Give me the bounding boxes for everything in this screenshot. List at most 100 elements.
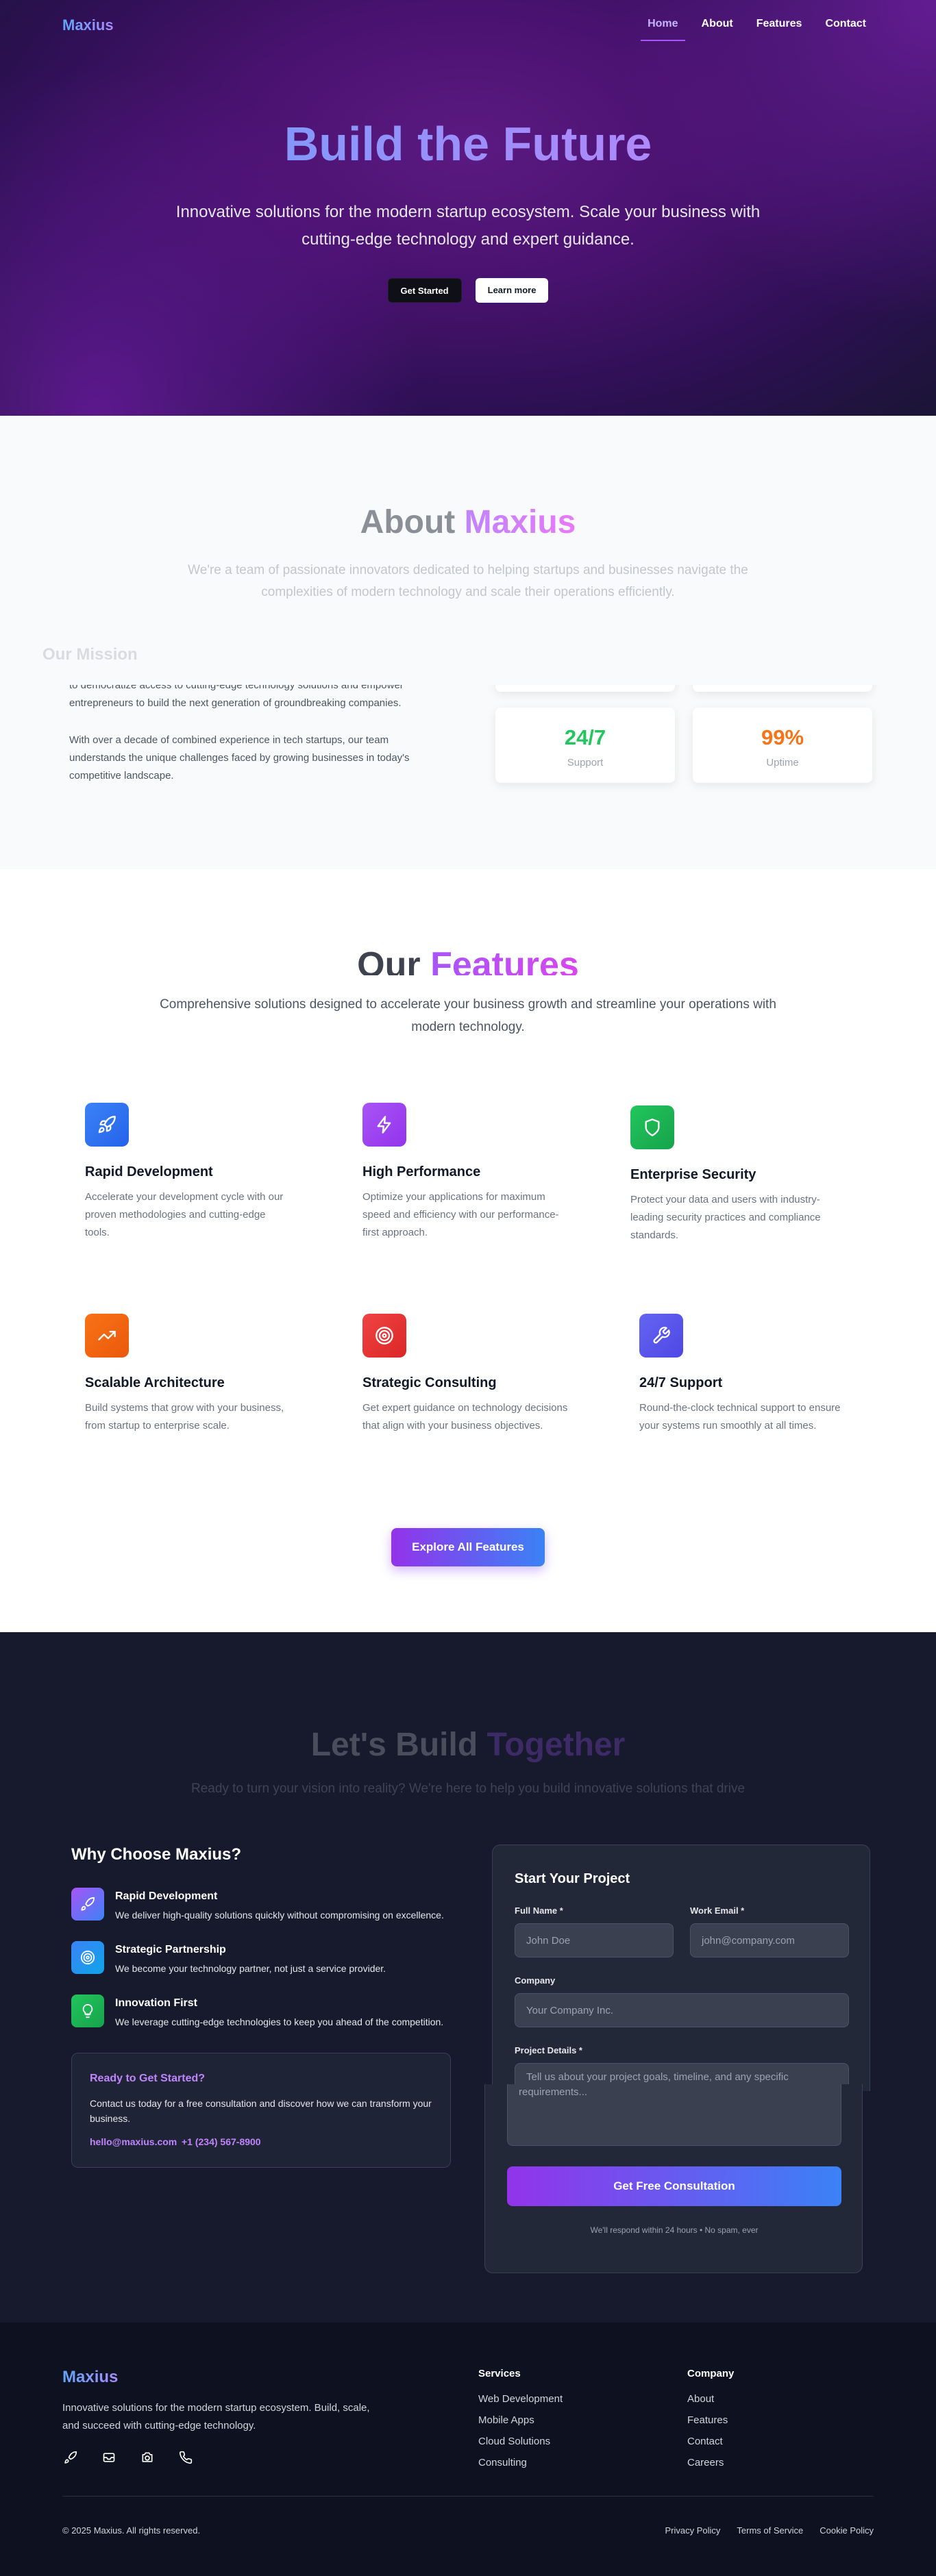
about-title-accent: Maxius bbox=[464, 504, 576, 540]
target-icon bbox=[362, 1314, 406, 1358]
hero-title: Build the Future bbox=[0, 116, 936, 171]
footer-link-consulting[interactable]: Consulting bbox=[478, 2457, 563, 2468]
company-label: Company bbox=[515, 1975, 556, 1986]
legal-links: Privacy Policy Terms of Service Cookie P… bbox=[665, 2525, 874, 2536]
get-started-button[interactable]: Get Started bbox=[387, 278, 462, 303]
nav-logo[interactable]: Maxius bbox=[62, 16, 114, 34]
stat-label: Support bbox=[567, 757, 604, 768]
explore-features-button[interactable]: Explore All Features bbox=[391, 1528, 545, 1566]
why-item-desc: We leverage cutting-edge technologies to… bbox=[115, 2016, 444, 2027]
full-name-input[interactable]: John Doe bbox=[515, 1923, 674, 1958]
ready-to-start-box: Ready to Get Started? Contact us today f… bbox=[71, 2053, 451, 2168]
camera-icon[interactable] bbox=[139, 2449, 156, 2466]
footer: Maxius Innovative solutions for the mode… bbox=[0, 2323, 936, 2576]
why-item-desc: We become your technology partner, not j… bbox=[115, 1963, 386, 1974]
stat-card-uptime: 99% Uptime bbox=[693, 708, 872, 783]
contact-email-link[interactable]: hello@maxius.com bbox=[90, 2136, 177, 2147]
nav-link-home[interactable]: Home bbox=[640, 18, 686, 41]
footer-link-features[interactable]: Features bbox=[687, 2414, 734, 2426]
get-free-consultation-button[interactable]: Get Free Consultation bbox=[507, 2166, 841, 2206]
contact-title: Let's Build Together bbox=[0, 1726, 936, 1764]
learn-more-button[interactable]: Learn more bbox=[475, 278, 549, 303]
contact-section: Let's Build Together Ready to turn your … bbox=[0, 1632, 936, 2323]
why-item-rapid-development: Rapid Development We deliver high-qualit… bbox=[71, 1888, 444, 1921]
full-name-label: Full Name * bbox=[515, 1905, 563, 1916]
features-subtitle: Comprehensive solutions designed to acce… bbox=[160, 997, 776, 1034]
feature-name: High Performance bbox=[362, 1164, 481, 1179]
nav-link-contact[interactable]: Contact bbox=[825, 18, 866, 37]
project-form-card: Start Your Project Full Name * John Doe … bbox=[492, 1845, 870, 2092]
privacy-policy-link[interactable]: Privacy Policy bbox=[665, 2525, 721, 2536]
feature-name: Strategic Consulting bbox=[362, 1375, 497, 1390]
terms-of-service-link[interactable]: Terms of Service bbox=[737, 2525, 803, 2536]
top-nav: Maxius Home About Features Contact bbox=[0, 0, 936, 51]
feature-card-support: 24/7 Support Round-the-clock technical s… bbox=[639, 1314, 845, 1435]
contact-phone-link[interactable]: +1 (234) 567-8900 bbox=[182, 2136, 261, 2147]
email-input[interactable]: john@company.com bbox=[690, 1923, 849, 1958]
why-choose-title: Why Choose Maxius? bbox=[71, 1845, 242, 1864]
wrench-icon bbox=[639, 1314, 683, 1358]
why-item-innovation-first: Innovation First We leverage cutting-edg… bbox=[71, 1994, 443, 2027]
lightning-icon bbox=[362, 1103, 406, 1147]
hero-subtitle: Innovative solutions for the modern star… bbox=[175, 203, 761, 249]
hero-section: Build the Future Innovative solutions fo… bbox=[0, 0, 936, 416]
why-item-name: Rapid Development bbox=[115, 1890, 218, 1902]
mission-paragraph-1: to democratize access to cutting-edge te… bbox=[69, 685, 404, 709]
feature-name: Scalable Architecture bbox=[85, 1375, 225, 1390]
nav-links: Home About Features Contact bbox=[640, 18, 866, 41]
feature-name: Rapid Development bbox=[85, 1164, 213, 1179]
mission-text: to democratize access to cutting-edge te… bbox=[69, 685, 439, 785]
about-subtitle: We're a team of passionate innovators de… bbox=[188, 563, 748, 599]
services-title: Services bbox=[478, 2368, 521, 2379]
ready-text: Contact us today for a free consultation… bbox=[90, 2098, 432, 2124]
features-title-wrap: Our Features bbox=[0, 945, 936, 975]
feature-card-high-performance: High Performance Optimize your applicati… bbox=[362, 1103, 568, 1242]
footer-socials bbox=[62, 2449, 194, 2466]
features-section: Our Features Comprehensive solutions des… bbox=[0, 869, 936, 1632]
footer-link-mobile-apps[interactable]: Mobile Apps bbox=[478, 2414, 563, 2426]
rocket-icon[interactable] bbox=[62, 2449, 79, 2466]
form-title: Start Your Project bbox=[515, 1871, 630, 1886]
footer-company-column: Company About Features Contact Careers bbox=[687, 2368, 734, 2478]
why-item-strategic-partnership: Strategic Partnership We become your tec… bbox=[71, 1941, 386, 1974]
feature-card-strategic-consulting: Strategic Consulting Get expert guidance… bbox=[362, 1314, 568, 1435]
footer-link-about[interactable]: About bbox=[687, 2393, 734, 2405]
feature-name: Enterprise Security bbox=[630, 1167, 756, 1182]
footer-link-careers[interactable]: Careers bbox=[687, 2457, 734, 2468]
mission-panel: to democratize access to cutting-edge te… bbox=[0, 685, 936, 869]
stat-card-top-right bbox=[693, 685, 872, 692]
features-title-plain: Our bbox=[357, 945, 421, 975]
form-note: We'll respond within 24 hours • No spam,… bbox=[590, 2225, 759, 2235]
contact-title-accent: Together bbox=[487, 1727, 626, 1763]
inbox-icon[interactable] bbox=[101, 2449, 117, 2466]
footer-description: Innovative solutions for the modern star… bbox=[62, 2402, 370, 2431]
rocket-icon bbox=[71, 1888, 104, 1921]
trending-up-icon bbox=[85, 1314, 129, 1358]
mission-paragraph-2: With over a decade of combined experienc… bbox=[69, 734, 410, 781]
stat-card-support: 24/7 Support bbox=[495, 708, 675, 783]
why-item-name: Innovation First bbox=[115, 1997, 197, 2009]
company-title: Company bbox=[687, 2368, 735, 2379]
footer-link-contact[interactable]: Contact bbox=[687, 2436, 734, 2447]
footer-link-cloud-solutions[interactable]: Cloud Solutions bbox=[478, 2436, 563, 2447]
stat-value: 99% bbox=[761, 725, 804, 749]
cookie-policy-link[interactable]: Cookie Policy bbox=[820, 2525, 874, 2536]
feature-desc: Optimize your applications for maximum s… bbox=[362, 1191, 559, 1238]
about-section: About Maxius We're a team of passionate … bbox=[0, 416, 936, 869]
about-title: About Maxius bbox=[0, 503, 936, 541]
rocket-icon bbox=[85, 1103, 129, 1147]
stat-card-top-left bbox=[495, 685, 675, 692]
footer-link-web-development[interactable]: Web Development bbox=[478, 2393, 563, 2405]
nav-link-about[interactable]: About bbox=[702, 18, 733, 37]
about-title-plain: About bbox=[360, 504, 456, 540]
company-input[interactable]: Your Company Inc. bbox=[515, 1993, 849, 2027]
contact-title-plain: Let's Build bbox=[310, 1727, 478, 1763]
feature-desc: Get expert guidance on technology decisi… bbox=[362, 1402, 568, 1431]
project-details-textarea[interactable]: requirements... bbox=[507, 2084, 841, 2146]
stat-value: 24/7 bbox=[564, 725, 606, 749]
nav-link-features[interactable]: Features bbox=[756, 18, 802, 37]
phone-icon[interactable] bbox=[177, 2449, 194, 2466]
stat-label: Uptime bbox=[766, 757, 799, 768]
copyright: © 2025 Maxius. All rights reserved. bbox=[62, 2525, 201, 2536]
footer-logo[interactable]: Maxius bbox=[62, 2368, 118, 2387]
